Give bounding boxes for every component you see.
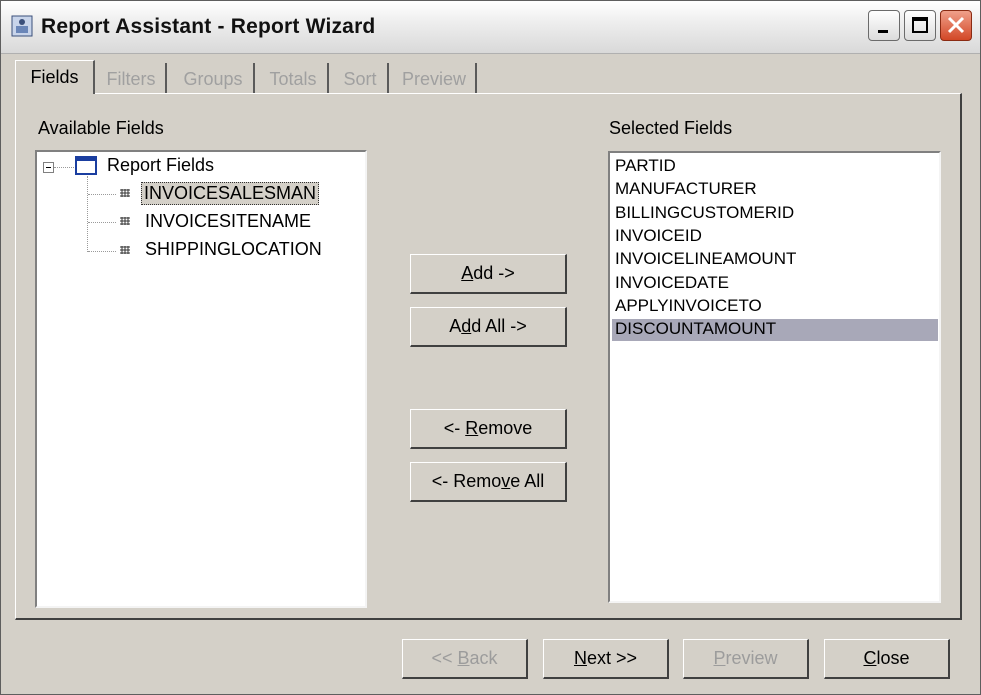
- selected-fields-label: Selected Fields: [609, 118, 733, 138]
- tab-label: Totals: [269, 69, 317, 89]
- back-button[interactable]: << Back: [402, 639, 528, 679]
- tab-label: Groups: [183, 69, 243, 89]
- report-wizard-window: Report Assistant - Report Wizard Fields …: [0, 0, 981, 695]
- list-item[interactable]: APPLYINVOICETO: [615, 296, 762, 316]
- tab-label: Fields: [30, 67, 79, 87]
- preview-button[interactable]: Preview: [683, 639, 809, 679]
- close-window-button[interactable]: [940, 10, 972, 41]
- field-icon: [119, 245, 131, 255]
- next-button[interactable]: Next >>: [543, 639, 669, 679]
- list-item[interactable]: INVOICEDATE: [615, 273, 729, 293]
- tab-preview[interactable]: Preview: [393, 63, 477, 93]
- tab-label: Filters: [106, 69, 156, 89]
- tab-filters[interactable]: Filters: [97, 63, 167, 93]
- tree-item-invoicesalesman[interactable]: INVOICESALESMAN: [141, 182, 320, 205]
- list-item[interactable]: BILLINGCUSTOMERID: [615, 203, 794, 223]
- tree-connector: [88, 222, 116, 223]
- tab-fields[interactable]: Fields: [15, 60, 95, 94]
- maximize-icon: [912, 17, 928, 33]
- tree-collapse-toggle[interactable]: [43, 162, 54, 173]
- list-item[interactable]: PARTID: [615, 156, 676, 176]
- list-item-selected[interactable]: DISCOUNTAMOUNT: [612, 319, 938, 341]
- tab-label: Sort: [343, 69, 377, 89]
- remove-button[interactable]: <- Remove: [410, 409, 567, 449]
- tree-connector: [88, 194, 116, 195]
- field-icon: [119, 216, 131, 226]
- tree-connector: [88, 251, 116, 252]
- tree-item-shippinglocation[interactable]: SHIPPINGLOCATION: [145, 239, 322, 260]
- minimize-icon: [878, 30, 888, 33]
- report-assistant-icon: [11, 15, 33, 37]
- report-fields-icon: [75, 156, 97, 175]
- list-item[interactable]: MANUFACTURER: [615, 179, 757, 199]
- window-title: Report Assistant - Report Wizard: [41, 15, 376, 38]
- list-item[interactable]: INVOICELINEAMOUNT: [615, 249, 796, 269]
- tab-groups[interactable]: Groups: [173, 63, 255, 93]
- tree-connector: [54, 167, 74, 168]
- tree-item-invoicesitename[interactable]: INVOICESITENAME: [145, 211, 311, 232]
- close-button[interactable]: Close: [824, 639, 950, 679]
- maximize-button[interactable]: [904, 10, 936, 41]
- minimize-button[interactable]: [868, 10, 900, 41]
- tree-root-report-fields[interactable]: Report Fields: [107, 155, 214, 176]
- add-button[interactable]: Add ->: [410, 254, 567, 294]
- tab-sort[interactable]: Sort: [333, 63, 389, 93]
- tab-totals[interactable]: Totals: [259, 63, 329, 93]
- list-item[interactable]: INVOICEID: [615, 226, 702, 246]
- title-bar[interactable]: Report Assistant - Report Wizard: [1, 1, 980, 54]
- close-icon: [947, 16, 965, 34]
- add-all-button[interactable]: Add All ->: [410, 307, 567, 347]
- tab-label: Preview: [401, 69, 467, 89]
- tree-connector: [87, 176, 88, 252]
- field-icon: [119, 188, 131, 198]
- available-fields-label: Available Fields: [38, 118, 164, 138]
- remove-all-button[interactable]: <- Remove All: [410, 462, 567, 502]
